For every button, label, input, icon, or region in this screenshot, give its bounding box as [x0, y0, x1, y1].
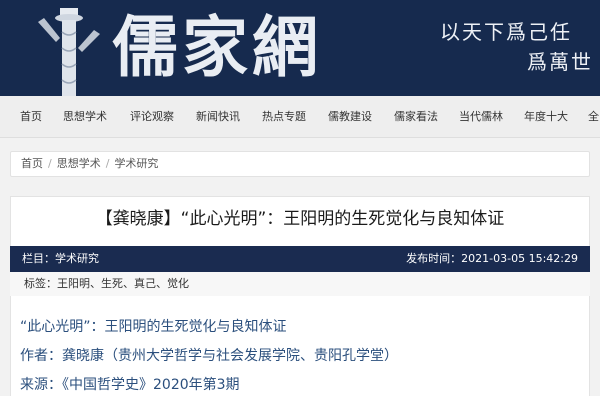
breadcrumb-thought[interactable]: 思想学术: [57, 157, 101, 170]
article-author: 作者：龚晓康（贵州大学哲学与社会发展学院、贵阳孔学堂）: [20, 348, 398, 364]
breadcrumb-separator: /: [48, 157, 52, 170]
article-subtitle: “此心光明”：王阳明的生死觉化与良知体证: [20, 319, 287, 335]
tag-item[interactable]: 生死: [101, 277, 123, 290]
nav-item-commentary[interactable]: 评论观察: [130, 96, 174, 138]
tag-separator: 、: [123, 277, 134, 290]
nav-item-news[interactable]: 新闻快讯: [196, 96, 240, 138]
nav-item-confucianism[interactable]: 儒教建设: [328, 96, 372, 138]
nav-item-scholars[interactable]: 当代儒林: [459, 96, 503, 138]
nav-item-more[interactable]: 全: [588, 96, 599, 138]
slogan-line-2: 爲萬世: [527, 50, 593, 74]
huabiao-pillar-icon: [38, 8, 100, 96]
breadcrumb: 首页 / 思想学术 / 学术研究: [10, 151, 590, 177]
breadcrumb-home[interactable]: 首页: [21, 157, 43, 170]
article-column[interactable]: 栏目：学术研究: [22, 246, 99, 272]
nav-item-top-ten[interactable]: 年度十大: [524, 96, 568, 138]
breadcrumb-separator: /: [105, 157, 110, 170]
site-name[interactable]: 儒家網: [112, 4, 322, 90]
tag-item[interactable]: 觉化: [167, 277, 189, 290]
slogan-line-1: 以天下爲己任: [440, 20, 572, 44]
nav-item-topics[interactable]: 热点专题: [262, 96, 306, 138]
nav-item-thought[interactable]: 思想学术: [63, 96, 107, 138]
publish-time: 发布时间：2021-03-05 15:42:29: [406, 252, 578, 265]
nav-item-views[interactable]: 儒家看法: [394, 96, 438, 138]
article-title: 【龚晓康】“此心光明”：王阳明的生死觉化与良知体证: [95, 209, 505, 229]
breadcrumb-research[interactable]: 学术研究: [114, 157, 158, 170]
tag-item[interactable]: 真己: [134, 277, 156, 290]
article-source: 来源：《中国哲学史》2020年第3期: [20, 377, 240, 393]
article-tags: 标签：王阳明、生死、真己、觉化: [10, 272, 590, 296]
site-banner: 儒家網 以天下爲己任 爲萬世: [0, 0, 600, 96]
tags-prefix: 标签：: [24, 277, 57, 290]
main-nav: 首页 思想学术 评论观察 新闻快讯 热点专题 儒教建设 儒家看法 当代儒林 年度…: [0, 96, 600, 138]
tag-separator: 、: [90, 277, 101, 290]
tag-separator: 、: [156, 277, 167, 290]
tag-item[interactable]: 王阳明: [57, 277, 90, 290]
nav-item-home[interactable]: 首页: [20, 96, 42, 138]
article-meta-bar: 栏目：学术研究 发布时间：2021-03-05 15:42:29: [10, 246, 590, 272]
